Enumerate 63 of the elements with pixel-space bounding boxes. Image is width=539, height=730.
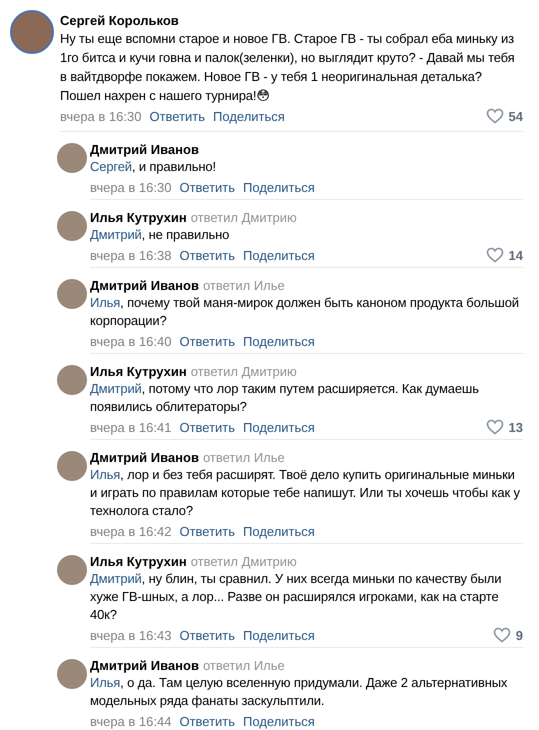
comment-text: Сергей, и правильно! <box>90 158 217 176</box>
comment-text: Илья, о да. Там целую вселенную придумали. Даже 2 альтернативных модельных ряда фанаты заскульптили. <box>90 674 508 710</box>
heart-icon[interactable] <box>486 108 504 124</box>
mention-link[interactable]: Илья <box>90 295 120 310</box>
reply-link[interactable]: Ответить <box>179 420 236 434</box>
mention-link[interactable]: Дмитрий <box>90 227 142 242</box>
avatar[interactable] <box>57 143 87 173</box>
comment-text: Илья, почему твой маня-мирок должен быть каноном продукта большой корпорации? <box>90 294 520 330</box>
like-count: 54 <box>508 108 523 124</box>
author-name[interactable]: Илья Кутрухин <box>90 364 187 380</box>
share-link[interactable]: Поделиться <box>213 108 285 124</box>
heart-icon[interactable] <box>492 627 511 643</box>
mention-link[interactable]: Илья <box>90 467 120 482</box>
share-link[interactable]: Поделиться <box>243 180 315 194</box>
reply-link[interactable]: Ответить <box>149 108 206 124</box>
avatar[interactable] <box>10 10 54 54</box>
like-count: 14 <box>508 248 523 262</box>
avatar[interactable] <box>57 211 87 241</box>
timestamp: вчера в 16:38 <box>90 248 172 262</box>
timestamp: вчера в 16:44 <box>90 714 172 728</box>
author-name[interactable]: Илья Кутрухин <box>90 210 187 226</box>
comment-text: Дмитрий, потому что лор таким путем расширяется. Как думаешь появились облитераторы? <box>90 380 480 416</box>
mention-link[interactable]: Дмитрий <box>90 571 142 586</box>
reply-link[interactable]: Ответить <box>179 180 236 194</box>
comment-text: Илья, лор и без тебя расширят. Твоё дело купить оригинальные миньки и играть по правилам которые тебе напишут. Или ты хочешь чтобы как у технолога стало? <box>90 466 521 520</box>
author-name[interactable]: Дмитрий Иванов <box>90 278 199 294</box>
author-name[interactable]: Дмитрий Иванов <box>90 450 199 466</box>
share-link[interactable]: Поделиться <box>243 628 315 642</box>
comment-text: Дмитрий, ну блин, ты сравнил. У них всегда миньки по качеству были хуже ГВ-шных, а лор... Разве он расширялся игроками, как на старте 40к? <box>90 570 502 624</box>
reply-link[interactable]: Ответить <box>179 524 236 538</box>
author-name[interactable]: Дмитрий Иванов <box>90 142 199 158</box>
timestamp: вчера в 16:40 <box>90 334 172 348</box>
reply-link[interactable]: Ответить <box>179 248 236 262</box>
reply-link[interactable]: Ответить <box>179 628 236 642</box>
timestamp: вчера в 16:43 <box>90 628 172 642</box>
reply-link[interactable]: Ответить <box>179 714 236 728</box>
heart-icon[interactable] <box>486 419 504 435</box>
share-link[interactable]: Поделиться <box>243 420 315 434</box>
author-name[interactable]: Илья Кутрухин <box>90 554 187 570</box>
author-name[interactable]: Дмитрий Иванов <box>90 658 199 674</box>
comment-text: Ну ты еще вспомни старое и новое ГВ. Старое ГВ - ты собрал еба миньку из 1го битса и кучи говна и палок(зеленки), но выглядит круто? - Давай мы тебя в вайтдворфе покажем. Новое ГВ - у тебя 1 неоригинальная деталька? Пошел нахрен с нашего турнира!😳 <box>60 30 516 105</box>
avatar[interactable] <box>57 365 87 395</box>
like-count: 9 <box>516 628 523 642</box>
share-link[interactable]: Поделиться <box>243 248 315 262</box>
author-name[interactable]: Сергей Корольков <box>60 10 523 29</box>
share-link[interactable]: Поделиться <box>243 714 315 728</box>
mention-link[interactable]: Илья <box>90 675 120 690</box>
comment-text: Дмитрий, не правильно <box>90 226 230 244</box>
share-link[interactable]: Поделиться <box>243 334 315 348</box>
avatar[interactable] <box>57 555 87 585</box>
avatar[interactable] <box>57 659 87 689</box>
share-link[interactable]: Поделиться <box>243 524 315 538</box>
timestamp: вчера в 16:41 <box>90 420 172 434</box>
mention-link[interactable]: Дмитрий <box>90 381 142 396</box>
timestamp: вчера в 16:30 <box>60 108 142 124</box>
like-count: 13 <box>508 420 523 434</box>
timestamp: вчера в 16:42 <box>90 524 172 538</box>
avatar[interactable] <box>57 451 87 481</box>
avatar[interactable] <box>57 279 87 309</box>
heart-icon[interactable] <box>486 247 504 263</box>
mention-link[interactable]: Сергей <box>90 159 132 174</box>
reply-link[interactable]: Ответить <box>179 334 236 348</box>
timestamp: вчера в 16:30 <box>90 180 172 194</box>
